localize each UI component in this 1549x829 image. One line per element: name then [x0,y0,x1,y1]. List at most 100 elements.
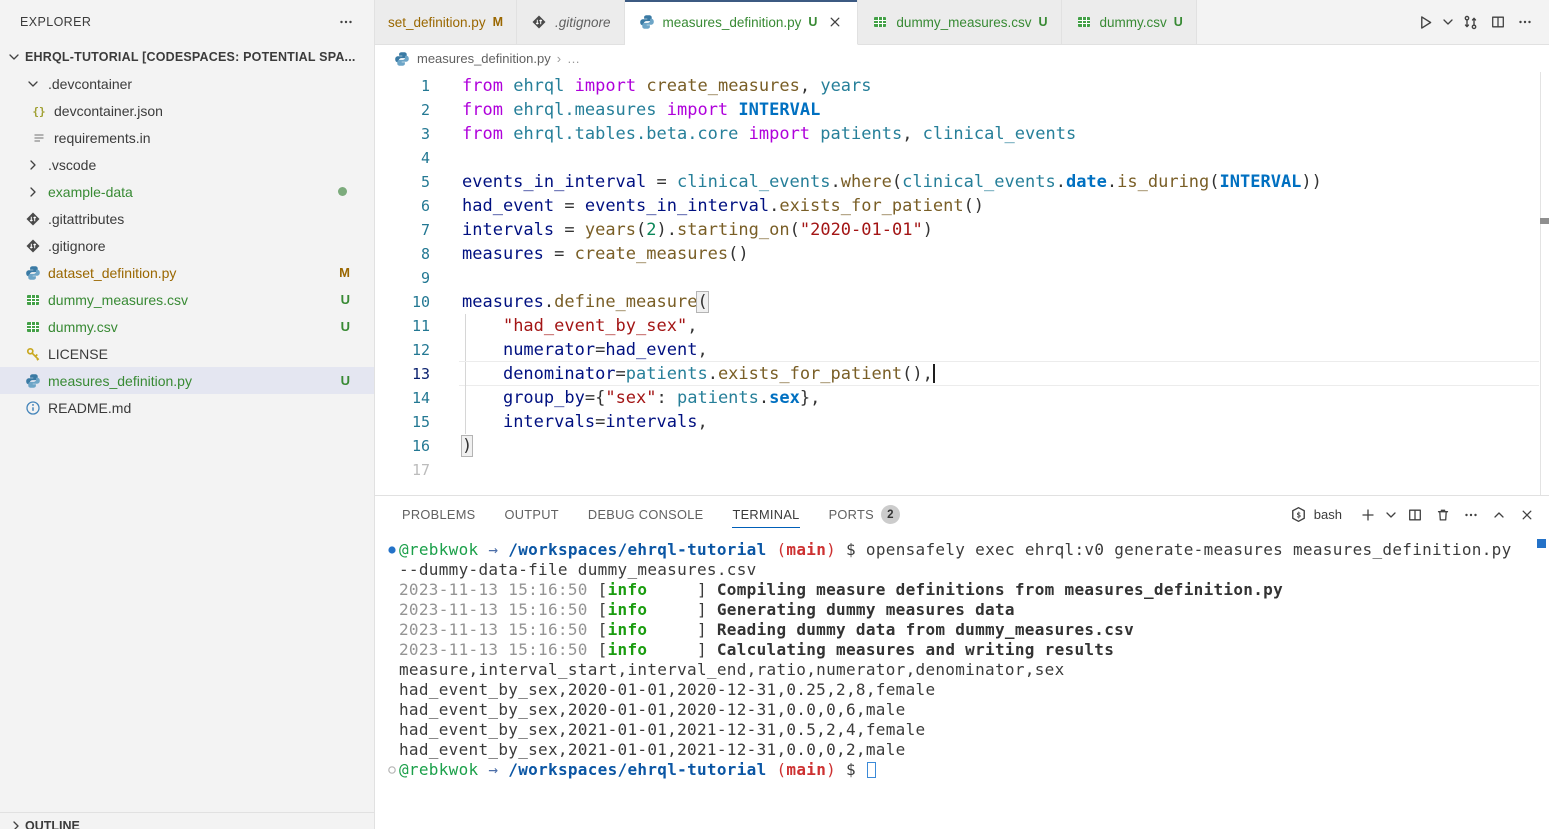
code-text: measures.define_measure( [462,290,708,314]
code-line[interactable]: 1from ehrql import create_measures, year… [375,74,1549,98]
kill-terminal-button[interactable] [1430,502,1455,527]
indent-guide [465,338,466,362]
code-line[interactable]: 10measures.define_measure( [375,290,1549,314]
close-panel-button[interactable] [1514,502,1539,527]
terminal-line: 2023-11-13 15:16:50 [info ] Calculating … [384,640,1549,660]
svg-text:{}: {} [32,105,45,118]
untracked-dot-badge [338,187,347,196]
code-line[interactable]: 5events_in_interval = clinical_events.wh… [375,170,1549,194]
code-line[interactable]: 17 [375,458,1549,482]
panel-tab-label: OUTPUT [505,507,559,522]
explorer-more-actions-button[interactable] [333,10,358,35]
panel-tab-debug-console[interactable]: DEBUG CONSOLE [588,496,704,533]
code-text: intervals = years(2).starting_on("2020-0… [462,218,933,242]
tab-dataset-definition[interactable]: set_definition.pyM [375,0,517,44]
tree-item-license[interactable]: LICENSE [0,340,374,367]
new-terminal-button[interactable] [1355,502,1380,527]
code-text: events_in_interval = clinical_events.whe… [462,170,1322,194]
more-icon [337,13,355,31]
split-terminal-button[interactable] [1402,502,1427,527]
tree-item-gitattributes[interactable]: .gitattributes [0,205,374,232]
code-line[interactable]: 4 [375,146,1549,170]
panel-tab-output[interactable]: OUTPUT [505,496,559,533]
python-icon [393,50,411,68]
run-python-file-button[interactable] [1413,10,1438,35]
code-line[interactable]: 11 "had_event_by_sex", [375,314,1549,338]
tab-dummy-csv[interactable]: dummy.csvU [1062,0,1197,44]
code-line[interactable]: 15 intervals=intervals, [375,410,1549,434]
tree-item-example-data[interactable]: example-data [0,178,374,205]
code-line[interactable]: 16) [375,434,1549,458]
tree-item-devcontainer-json[interactable]: {} devcontainer.json [0,97,374,124]
code-line[interactable]: 9 [375,266,1549,290]
more-terminal-actions-button[interactable] [1458,502,1483,527]
tree-item-measures-definition-py[interactable]: measures_definition.pyU [0,367,374,394]
more-editor-actions-button[interactable] [1512,10,1537,35]
code-editor[interactable]: 1from ehrql import create_measures, year… [375,72,1549,495]
svg-text:$: $ [1297,510,1302,519]
tree-item-devcontainer[interactable]: .devcontainer [0,70,374,97]
code-line[interactable]: 13 denominator=patients.exists_for_patie… [375,362,1549,386]
list-icon [30,129,48,147]
code-line[interactable]: 8measures = create_measures() [375,242,1549,266]
code-line[interactable]: 3from ehrql.tables.beta.core import pati… [375,122,1549,146]
run-dropdown-button[interactable] [1440,10,1456,35]
line-number: 15 [375,410,430,434]
editor-cursor [933,364,935,383]
breadcrumb-more[interactable]: … [567,51,580,66]
tab-dirty-badge: U [1038,15,1047,29]
panel-tab-label: DEBUG CONSOLE [588,507,704,522]
terminal[interactable]: @rebkwok → /workspaces/ehrql-tutorial (m… [375,533,1549,829]
panel-tab-problems[interactable]: PROBLEMS [402,496,476,533]
breadcrumb-file[interactable]: measures_definition.py [417,51,551,66]
tree-item-readme-md[interactable]: README.md [0,394,374,421]
line-number: 13 [375,362,430,386]
command-decoration-icon [384,760,399,780]
tab-measures-definition[interactable]: measures_definition.pyU [625,0,859,45]
panel-tab-ports[interactable]: PORTS2 [829,496,900,533]
code-line[interactable]: 7intervals = years(2).starting_on("2020-… [375,218,1549,242]
git-icon [24,210,42,228]
csv-icon [1075,13,1093,31]
tree-item-vscode[interactable]: .vscode [0,151,374,178]
terminal-line-text: measure,interval_start,interval_end,rati… [399,660,1065,680]
line-number: 1 [375,74,430,98]
breadcrumb[interactable]: measures_definition.py › … [375,45,1549,72]
tree-item-dummy-csv[interactable]: dummy.csv U [0,313,374,340]
terminal-line: had_event_by_sex,2020-01-01,2020-12-31,0… [384,700,1549,720]
terminal-shell-chip[interactable]: $ bash [1290,506,1342,524]
tree-item-requirements-in[interactable]: requirements.in [0,124,374,151]
terminal-line: 2023-11-13 15:16:50 [info ] Reading dumm… [384,620,1549,640]
tree-item-dataset-definition-py[interactable]: dataset_definition.pyM [0,259,374,286]
explorer-header: EXPLORER [0,0,374,44]
tab-gitignore[interactable]: .gitignore [517,0,625,44]
tab-dummy-measures-csv[interactable]: dummy_measures.csvU [858,0,1061,44]
code-line[interactable]: 14 group_by={"sex": patients.sex}, [375,386,1549,410]
open-changes-button[interactable] [1458,10,1483,35]
terminal-line-text: 2023-11-13 15:16:50 [info ] Reading dumm… [399,620,1134,640]
tree-item-label: dummy.csv [48,319,118,335]
workspace-root-folder[interactable]: EHRQL-TUTORIAL [CODESPACES: POTENTIAL SP… [0,44,374,70]
tree-item-label: README.md [48,400,131,416]
tree-item-dummy-measures-csv[interactable]: dummy_measures.csvU [0,286,374,313]
terminal-line: @rebkwok → /workspaces/ehrql-tutorial (m… [384,760,1549,780]
tree-item-label: devcontainer.json [54,103,163,119]
editor-actions [1413,0,1549,44]
code-line[interactable]: 2from ehrql.measures import INTERVAL [375,98,1549,122]
outline-section-header[interactable]: OUTLINE [0,812,374,829]
panel-tab-terminal[interactable]: TERMINAL [732,496,799,533]
launch-profile-button[interactable] [1383,502,1399,527]
git-status-badge: U [341,319,350,334]
tree-item-label: .gitattributes [48,211,124,227]
code-line[interactable]: 6had_event = events_in_interval.exists_f… [375,194,1549,218]
code-line[interactable]: 12 numerator=had_event, [375,338,1549,362]
panel-tab-label: PORTS [829,507,874,522]
maximize-panel-button[interactable] [1486,502,1511,527]
code-text: ) [462,434,472,458]
chevron-right-icon [24,156,42,174]
tree-item-gitignore[interactable]: .gitignore [0,232,374,259]
split-editor-button[interactable] [1485,10,1510,35]
line-number: 8 [375,242,430,266]
tree-item-label: dataset_definition.py [48,265,176,281]
tab-close-button[interactable] [826,13,844,31]
